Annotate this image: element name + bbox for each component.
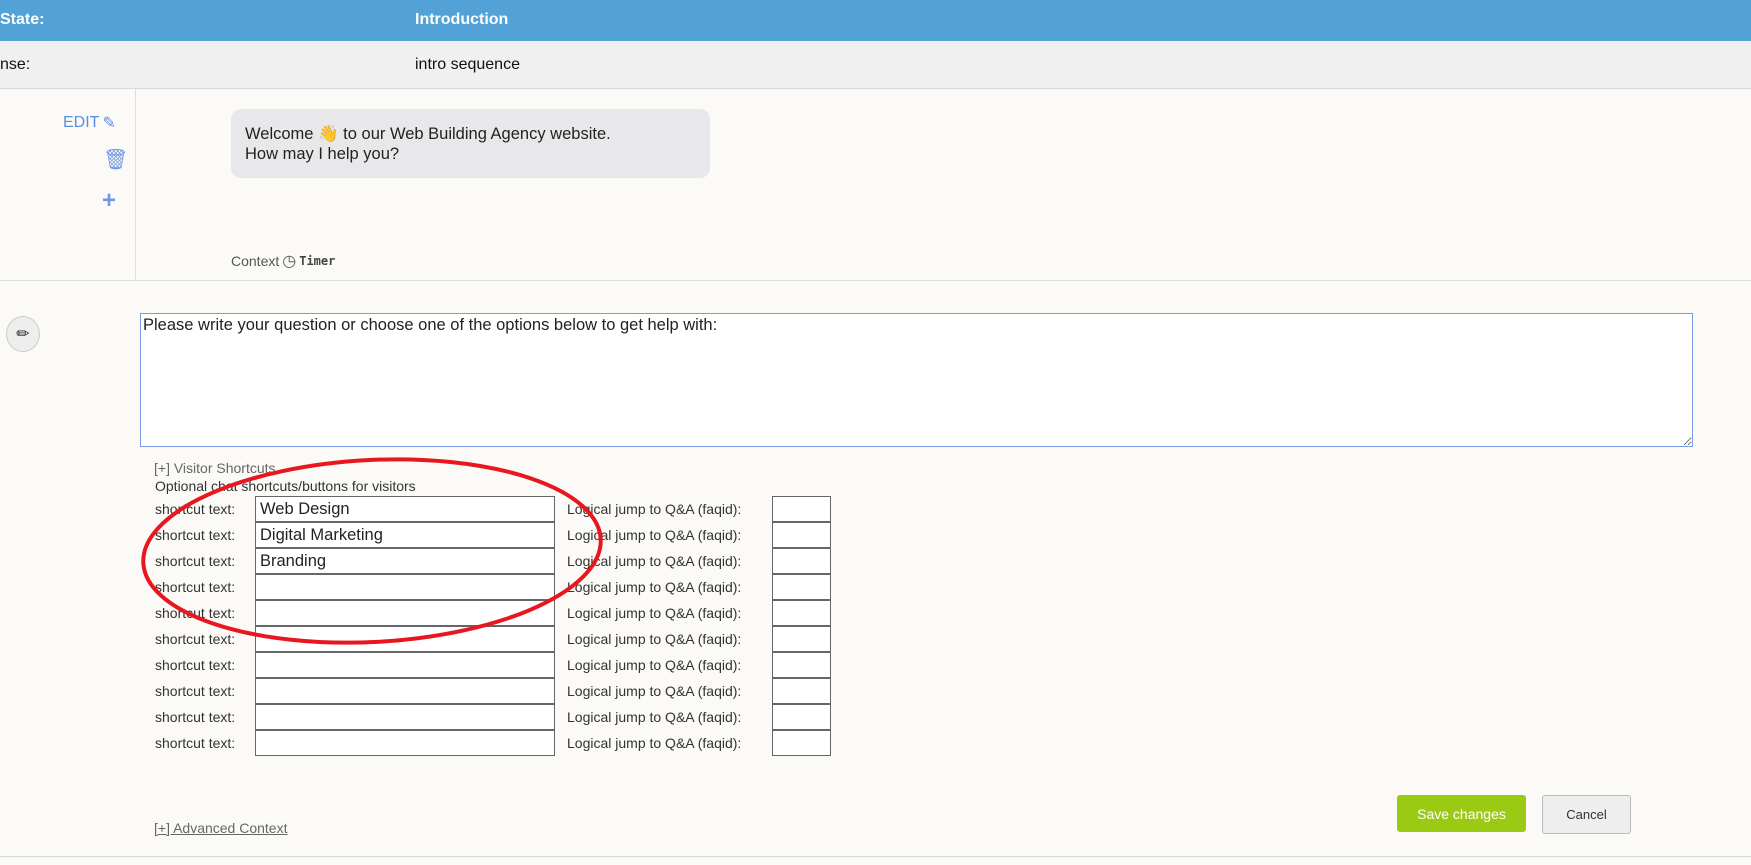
shortcuts-description: Optional chat shortcuts/buttons for visi… xyxy=(155,478,416,494)
trash-icon[interactable]: 🗑 xyxy=(103,147,128,172)
shortcut-row: shortcut text: Logical jump to Q&A (faqi… xyxy=(155,574,831,600)
message-textarea[interactable]: Please write your question or choose one… xyxy=(140,313,1693,447)
faqid-input[interactable] xyxy=(772,496,831,522)
logical-jump-label: Logical jump to Q&A (faqid): xyxy=(567,553,742,569)
shortcut-text-input[interactable] xyxy=(255,704,555,730)
response-row: nse: intro sequence xyxy=(0,41,1751,89)
shortcut-text-label: shortcut text: xyxy=(155,501,236,517)
shortcut-text-input[interactable] xyxy=(255,652,555,678)
shortcut-text-label: shortcut text: xyxy=(155,657,236,673)
logical-jump-label: Logical jump to Q&A (faqid): xyxy=(567,683,742,699)
edit-label: EDIT xyxy=(63,114,100,131)
edit-pencil-button[interactable]: ✏ xyxy=(6,316,40,352)
chat-bubble: Welcome 👋 to our Web Building Agency web… xyxy=(231,109,710,178)
shortcut-text-input[interactable] xyxy=(255,730,555,756)
shortcut-text-label: shortcut text: xyxy=(155,553,236,569)
pencil-icon: ✎ xyxy=(102,115,116,132)
faqid-input[interactable] xyxy=(772,574,831,600)
plus-icon[interactable]: + xyxy=(102,187,116,215)
shortcut-row: shortcut text: Branding Logical jump to … xyxy=(155,548,831,574)
shortcut-row: shortcut text: Logical jump to Q&A (faqi… xyxy=(155,730,831,756)
logical-jump-label: Logical jump to Q&A (faqid): xyxy=(567,631,742,647)
logical-jump-label: Logical jump to Q&A (faqid): xyxy=(567,579,742,595)
context-row: Context ◷ Timer xyxy=(231,251,335,271)
state-value: Introduction xyxy=(415,11,509,28)
state-label: State: xyxy=(0,11,45,28)
shortcut-text-label: shortcut text: xyxy=(155,605,236,621)
shortcut-row: shortcut text: Logical jump to Q&A (faqi… xyxy=(155,652,831,678)
shortcut-text-label: shortcut text: xyxy=(155,631,236,647)
faqid-input[interactable] xyxy=(772,704,831,730)
shortcut-text-input[interactable] xyxy=(255,574,555,600)
timer-label: Timer xyxy=(299,254,336,268)
logical-jump-label: Logical jump to Q&A (faqid): xyxy=(567,527,742,543)
shortcut-row: shortcut text: Logical jump to Q&A (faqi… xyxy=(155,626,831,652)
logical-jump-label: Logical jump to Q&A (faqid): xyxy=(567,709,742,725)
shortcut-row: shortcut text: Logical jump to Q&A (faqi… xyxy=(155,678,831,704)
shortcut-text-label: shortcut text: xyxy=(155,735,236,751)
shortcut-text-input[interactable]: Branding xyxy=(255,548,555,574)
shortcut-text-input[interactable] xyxy=(255,626,555,652)
message-section: EDIT ✎ 🗑 + Welcome 👋 to our Web Building… xyxy=(0,89,1751,281)
shortcut-text-label: shortcut text: xyxy=(155,709,236,725)
column-divider xyxy=(135,89,136,281)
shortcut-text-label: shortcut text: xyxy=(155,683,236,699)
faqid-input[interactable] xyxy=(772,678,831,704)
shortcut-text-input[interactable] xyxy=(255,678,555,704)
shortcut-row: shortcut text: Digital Marketing Logical… xyxy=(155,522,831,548)
shortcut-text-input[interactable]: Digital Marketing xyxy=(255,522,555,548)
shortcut-text-input[interactable] xyxy=(255,600,555,626)
logical-jump-label: Logical jump to Q&A (faqid): xyxy=(567,657,742,673)
visitor-shortcuts-toggle[interactable]: [+] Visitor Shortcuts xyxy=(154,460,276,476)
shortcut-row: shortcut text: Logical jump to Q&A (faqi… xyxy=(155,600,831,626)
divider xyxy=(0,856,1751,857)
pencil-icon: ✏ xyxy=(16,326,30,343)
save-changes-button[interactable]: Save changes xyxy=(1397,795,1526,832)
edit-button[interactable]: EDIT ✎ xyxy=(63,113,116,133)
faqid-input[interactable] xyxy=(772,730,831,756)
faqid-input[interactable] xyxy=(772,652,831,678)
message-line: How may I help you? xyxy=(245,145,400,163)
shortcut-text-label: shortcut text: xyxy=(155,579,236,595)
faqid-input[interactable] xyxy=(772,548,831,574)
faqid-input[interactable] xyxy=(772,626,831,652)
logical-jump-label: Logical jump to Q&A (faqid): xyxy=(567,501,742,517)
faqid-input[interactable] xyxy=(772,522,831,548)
context-label: Context xyxy=(231,253,280,269)
response-value: intro sequence xyxy=(415,56,520,73)
shortcut-row: shortcut text: Web Design Logical jump t… xyxy=(155,496,831,522)
message-line: Welcome 👋 to our Web Building Agency web… xyxy=(245,125,611,143)
faqid-input[interactable] xyxy=(772,600,831,626)
logical-jump-label: Logical jump to Q&A (faqid): xyxy=(567,735,742,751)
cancel-button[interactable]: Cancel xyxy=(1542,795,1631,834)
clock-icon: ◷ xyxy=(282,253,297,270)
logical-jump-label: Logical jump to Q&A (faqid): xyxy=(567,605,742,621)
shortcut-text-label: shortcut text: xyxy=(155,527,236,543)
shortcut-text-input[interactable]: Web Design xyxy=(255,496,555,522)
state-header: State: Introduction xyxy=(0,0,1751,41)
advanced-context-toggle[interactable]: [+] Advanced Context xyxy=(154,820,287,836)
response-label: nse: xyxy=(0,56,31,73)
shortcut-row: shortcut text: Logical jump to Q&A (faqi… xyxy=(155,704,831,730)
